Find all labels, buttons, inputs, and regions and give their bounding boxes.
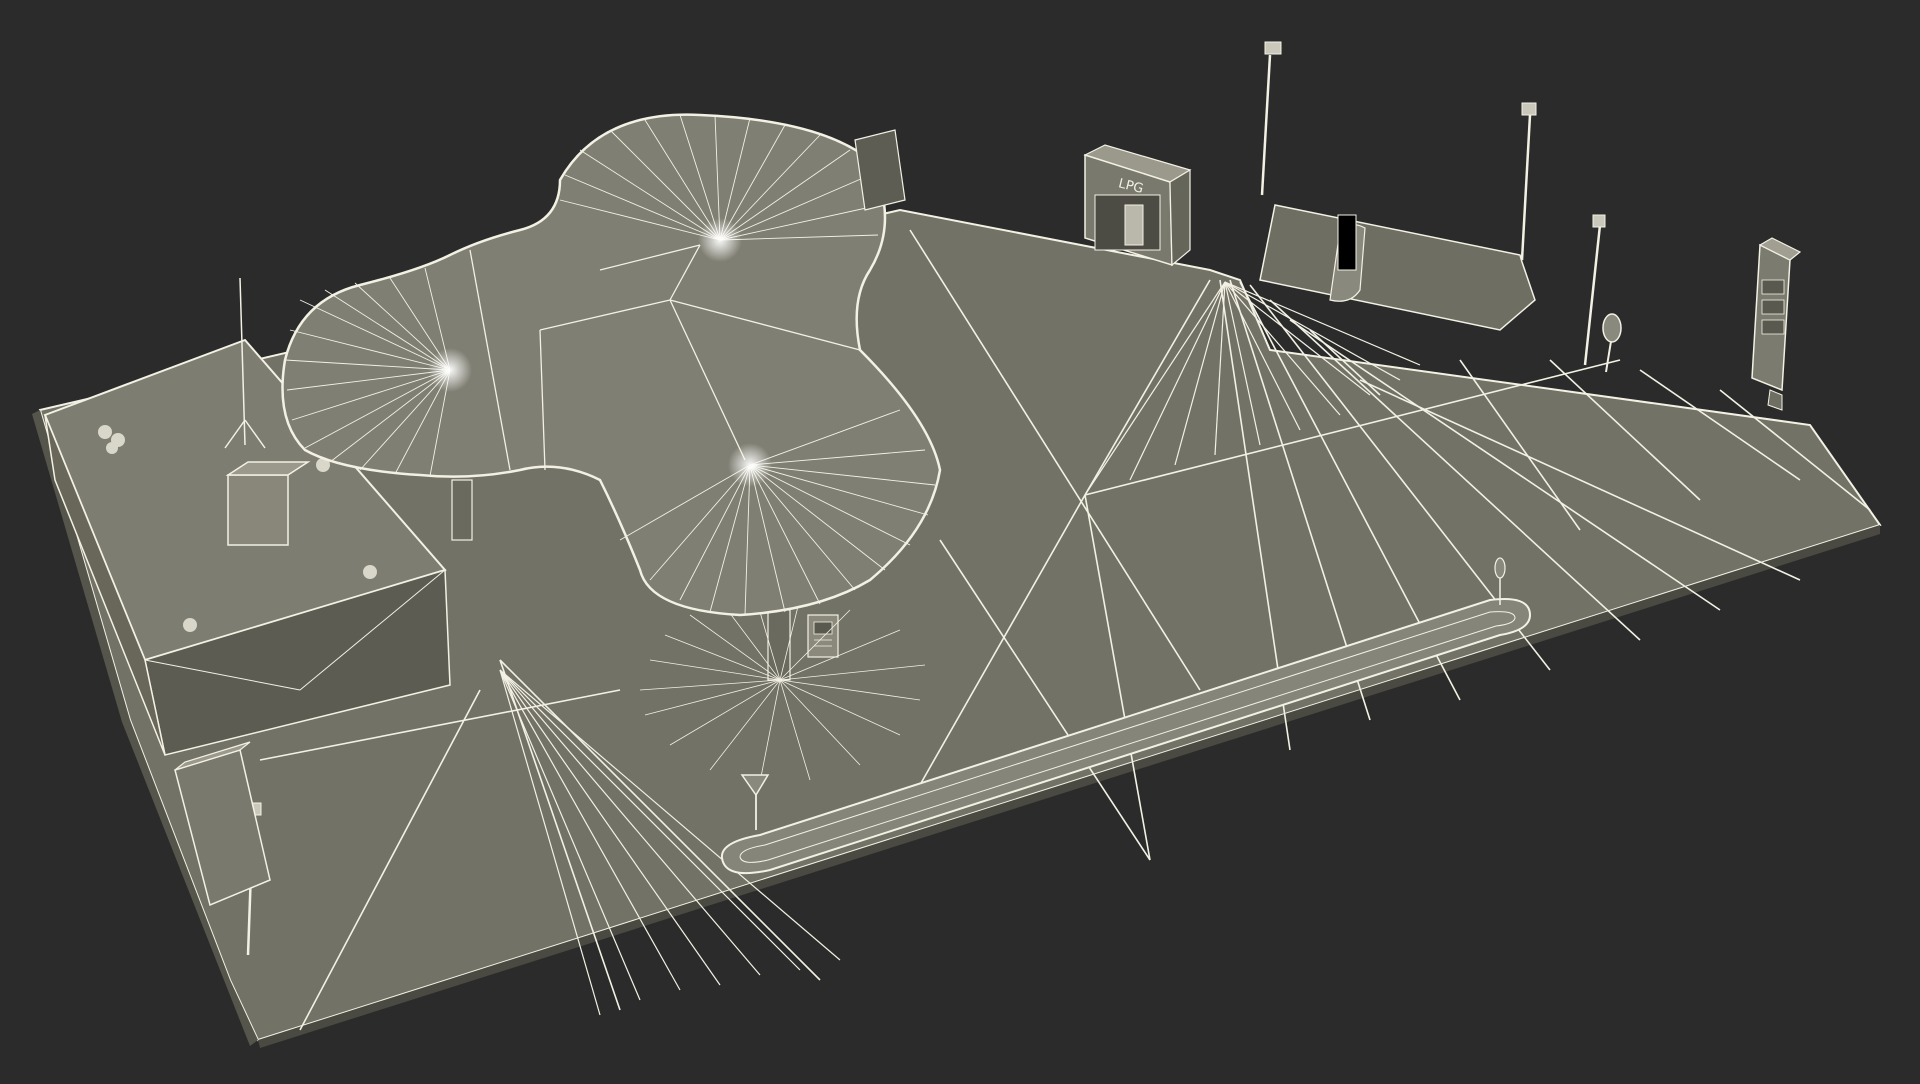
price-sign-tower (1751, 237, 1802, 411)
light-pole-1 (1260, 41, 1282, 196)
light-pole-2 (1520, 102, 1537, 261)
rooftop-hvac-unit (227, 474, 289, 546)
canopy-pillar-center (767, 609, 791, 681)
gas-station-wireframe-render: LPG (32, 41, 1882, 1048)
light-pole-3 (1583, 214, 1606, 366)
raised-platform (1259, 204, 1536, 331)
lpg-dispenser (1124, 204, 1144, 246)
lpg-kiosk-side (1169, 168, 1191, 267)
scene-viewport: LPG (0, 0, 1920, 1080)
lpg-kiosk: LPG (1083, 144, 1192, 267)
canopy-pillar-left (451, 479, 473, 541)
platform-pump (1337, 214, 1357, 271)
fuel-pump (807, 614, 839, 658)
